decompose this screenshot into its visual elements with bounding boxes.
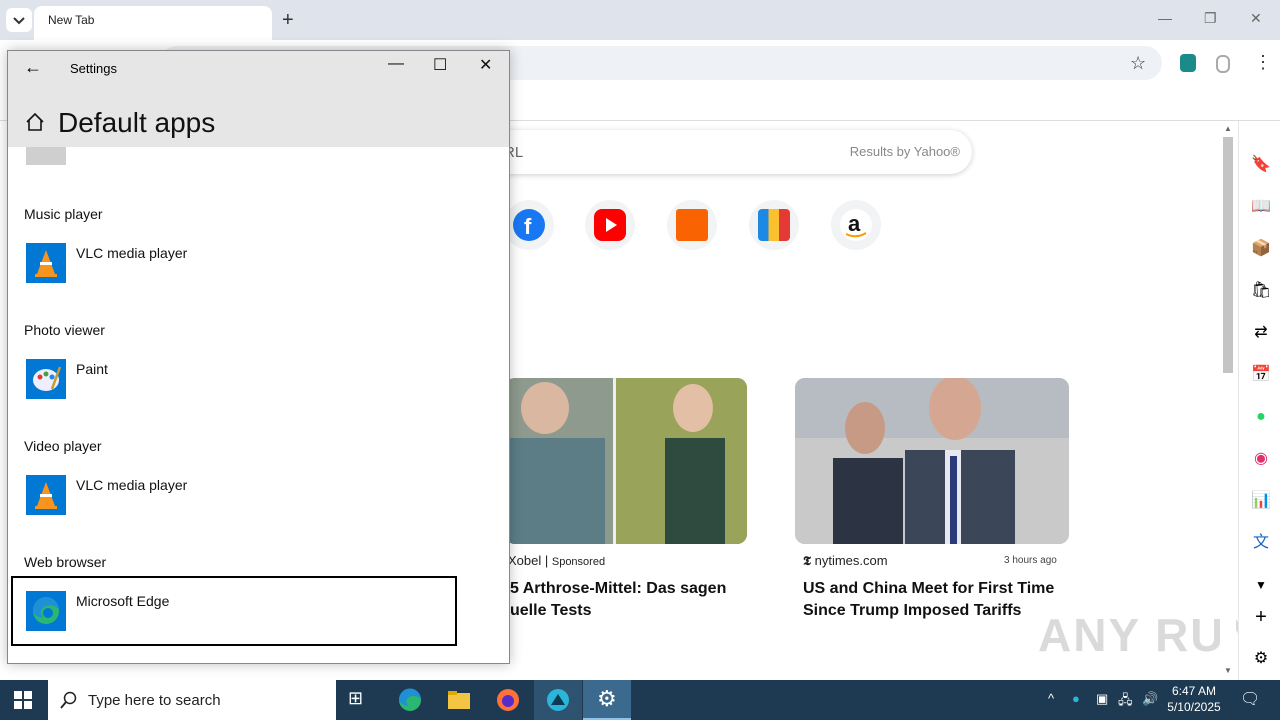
browser-tab-strip: New Tab + — ❐ ✕ bbox=[0, 0, 1280, 40]
file-explorer-icon[interactable] bbox=[447, 688, 471, 712]
gear-icon: ⚙ bbox=[597, 686, 617, 711]
instagram-icon[interactable]: ◉ bbox=[1251, 449, 1271, 469]
bookmark-star-icon[interactable]: ☆ bbox=[1130, 53, 1146, 74]
extension-icon[interactable] bbox=[1180, 54, 1196, 72]
category-photo-viewer: Photo viewer bbox=[24, 322, 105, 338]
default-app-web-selected[interactable] bbox=[11, 576, 457, 646]
edge-sidebar: 🔖 📖 📦 🛍 ⇄ 📅 ● ◉ 📊 文 ▼ + ⚙ bbox=[1238, 121, 1280, 680]
taskbar-clock[interactable]: 6:47 AM 5/10/2025 bbox=[1166, 683, 1222, 715]
browser-restore-button[interactable]: ❐ bbox=[1204, 10, 1217, 27]
taskbar-search-placeholder: Type here to search bbox=[88, 692, 221, 709]
package-icon[interactable]: 📦 bbox=[1251, 239, 1271, 259]
category-music-player: Music player bbox=[24, 206, 103, 222]
shortcut-facebook[interactable]: f bbox=[504, 200, 554, 250]
newtab-search-input[interactable]: RL Results by Yahoo® bbox=[480, 130, 972, 174]
home-depot-icon bbox=[676, 209, 708, 241]
news-photo bbox=[505, 378, 747, 544]
windows-start-icon[interactable] bbox=[14, 691, 32, 709]
calendar-icon[interactable]: 📅 bbox=[1251, 365, 1271, 385]
anyrun-app-icon bbox=[547, 689, 569, 711]
news-headline-nytimes[interactable]: US and China Meet for First Time Since T… bbox=[803, 578, 1073, 622]
search-icon bbox=[60, 691, 77, 709]
default-app-name: Paint bbox=[76, 361, 108, 377]
default-app-name: Microsoft Edge bbox=[76, 593, 170, 609]
anyrun-tray-icon[interactable]: ● bbox=[1072, 691, 1080, 706]
reading-icon[interactable]: 📖 bbox=[1251, 197, 1271, 217]
news-time: 3 hours ago bbox=[1004, 555, 1057, 566]
chevron-down-icon bbox=[13, 17, 25, 25]
bookmark-icon[interactable]: 🔖 bbox=[1251, 155, 1271, 175]
tab-new-tab[interactable]: New Tab bbox=[34, 6, 272, 40]
shortcut-shopping[interactable] bbox=[749, 200, 799, 250]
browser-menu-icon[interactable]: ⋮ bbox=[1254, 52, 1272, 73]
task-view-icon[interactable]: ⊞ bbox=[348, 688, 372, 712]
new-tab-button[interactable]: + bbox=[282, 9, 294, 32]
tab-title: New Tab bbox=[48, 13, 95, 27]
settings-taskbar-button[interactable]: ⚙ bbox=[583, 680, 631, 720]
translate-icon[interactable]: ⇄ bbox=[1251, 323, 1271, 343]
default-app-name: VLC media player bbox=[76, 245, 188, 261]
shopping-bag-icon bbox=[758, 209, 790, 241]
chart-icon[interactable]: 📊 bbox=[1251, 491, 1271, 511]
edge-taskbar-icon[interactable] bbox=[398, 688, 422, 712]
news-card-image-nytimes[interactable] bbox=[795, 378, 1069, 544]
svg-text:a: a bbox=[848, 211, 861, 236]
news-headline-arthrose[interactable]: 5 Arthrose-Mittel: Das sagen uelle Tests bbox=[510, 578, 750, 622]
add-icon[interactable]: + bbox=[1251, 607, 1271, 627]
category-video-player: Video player bbox=[24, 438, 102, 454]
taskbar-active-app[interactable] bbox=[534, 680, 582, 720]
scrollbar-thumb[interactable] bbox=[1223, 137, 1233, 373]
chevron-up-icon[interactable]: ^ bbox=[1048, 691, 1054, 706]
vlc-icon bbox=[26, 243, 66, 283]
gear-icon[interactable]: ⚙ bbox=[1251, 649, 1271, 669]
browser-close-button[interactable]: ✕ bbox=[1250, 10, 1262, 27]
shopping-icon[interactable]: 🛍 bbox=[1251, 281, 1271, 301]
scroll-up-icon[interactable]: ▲ bbox=[1224, 124, 1232, 133]
volume-icon[interactable]: 🔊 bbox=[1142, 691, 1158, 707]
settings-maximize-button[interactable]: ☐ bbox=[433, 55, 447, 75]
windows-taskbar: Type here to search ⊞ ⚙ ^ ● ▣ 🖧 🔊 6:47 A… bbox=[0, 680, 1280, 720]
chevron-down-icon[interactable]: ▼ bbox=[1251, 575, 1271, 595]
taskbar-search-input[interactable]: Type here to search bbox=[48, 680, 336, 720]
news-photo bbox=[795, 378, 1069, 544]
firefox-icon[interactable] bbox=[496, 688, 520, 712]
edge-icon bbox=[26, 591, 66, 631]
default-app-name: VLC media player bbox=[76, 477, 188, 493]
back-arrow-icon[interactable]: ← bbox=[24, 57, 42, 78]
extension-icon-2[interactable] bbox=[1216, 55, 1230, 73]
svg-text:f: f bbox=[524, 214, 532, 239]
settings-window-title: Settings bbox=[70, 61, 117, 76]
tab-search-button[interactable] bbox=[6, 8, 32, 32]
search-provider-label: Results by Yahoo® bbox=[849, 144, 960, 159]
app-icon-partial bbox=[26, 147, 66, 165]
home-icon[interactable] bbox=[24, 111, 46, 133]
page-title: Default apps bbox=[58, 107, 216, 138]
shortcut-amazon[interactable]: a bbox=[831, 200, 881, 250]
scroll-down-icon[interactable]: ▼ bbox=[1224, 666, 1232, 675]
news-source-xobel: Xobel | Sponsored bbox=[508, 553, 606, 568]
shortcut-youtube[interactable] bbox=[585, 200, 635, 250]
youtube-icon bbox=[594, 209, 626, 241]
category-web-browser: Web browser bbox=[24, 554, 107, 570]
network-icon[interactable]: 🖧 bbox=[1118, 691, 1133, 713]
settings-window: ← Settings — ☐ ✕ Default apps Music play… bbox=[7, 50, 510, 664]
news-card-image-arthrose[interactable] bbox=[505, 378, 747, 544]
paint-icon bbox=[26, 359, 66, 399]
news-source-nytimes: 𝕿 nytimes.com bbox=[803, 553, 888, 568]
notification-icon[interactable]: 🗨 bbox=[1240, 689, 1260, 709]
settings-titlebar: ← Settings — ☐ ✕ Default apps bbox=[8, 51, 509, 147]
settings-close-button[interactable]: ✕ bbox=[479, 55, 492, 75]
whatsapp-icon[interactable]: ● bbox=[1251, 407, 1271, 427]
amazon-icon: a bbox=[840, 209, 872, 241]
page-scrollbar[interactable]: ▲ ▼ bbox=[1220, 121, 1236, 680]
vlc-icon bbox=[26, 475, 66, 515]
facebook-icon: f bbox=[513, 209, 545, 241]
nytimes-icon: 𝕿 bbox=[803, 553, 811, 568]
device-icon[interactable]: ▣ bbox=[1096, 691, 1108, 707]
translator-icon[interactable]: 文 bbox=[1251, 533, 1271, 553]
browser-minimize-button[interactable]: — bbox=[1158, 10, 1172, 26]
shortcut-home-depot[interactable] bbox=[667, 200, 717, 250]
settings-minimize-button[interactable]: — bbox=[388, 55, 404, 73]
